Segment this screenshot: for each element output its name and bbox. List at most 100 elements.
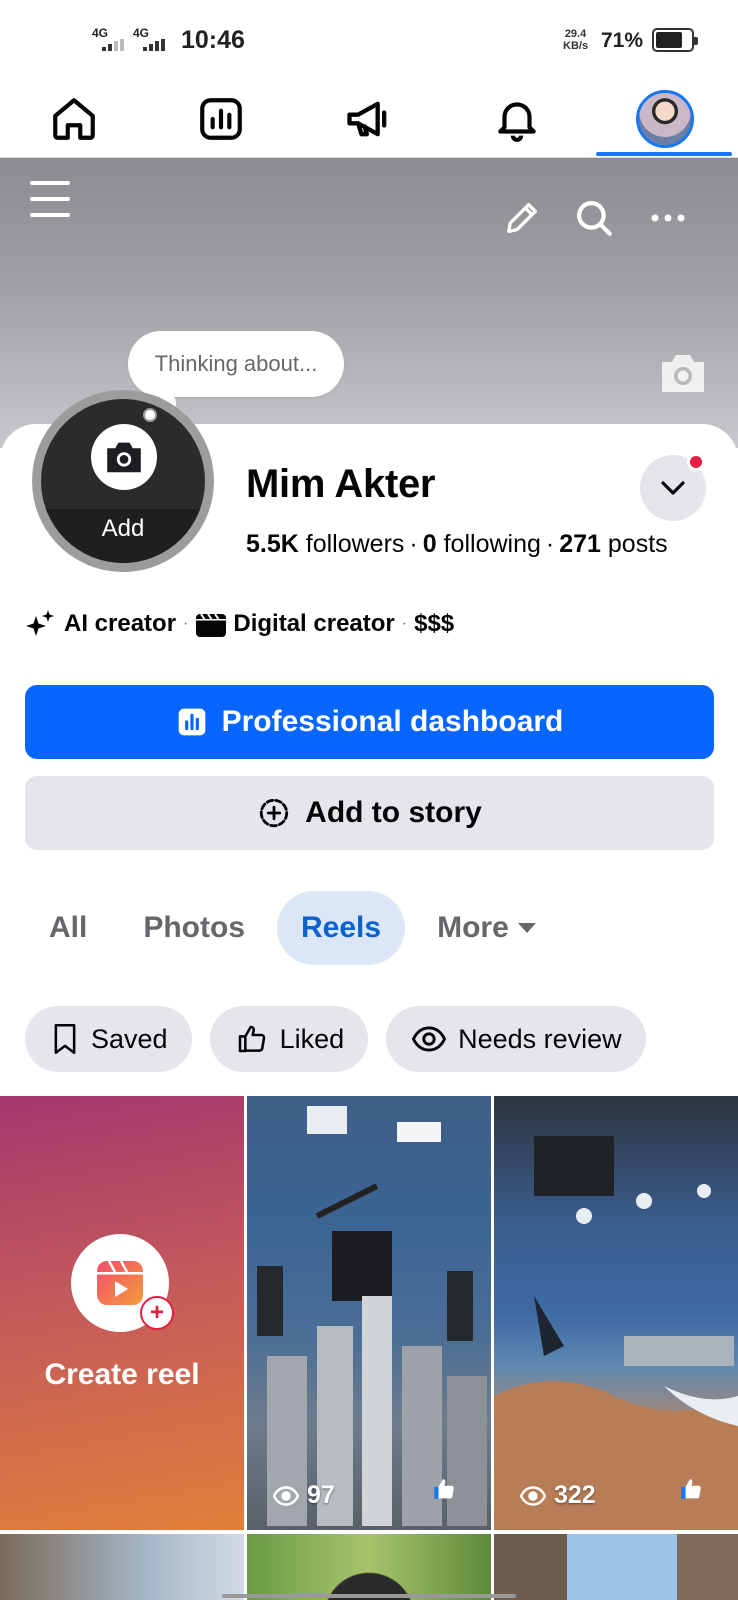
avatar-camera-button[interactable] [91,424,157,490]
filter-needs-review-label: Needs review [458,1023,622,1054]
tab-more[interactable]: More [413,891,561,965]
tag-separator: · [183,615,189,632]
battery-percent: 71% [601,29,644,52]
bookmark-icon [54,1024,76,1054]
dashboard-icon [178,708,205,736]
professional-dashboard-label: Professional dashboard [221,705,564,738]
home-icon [53,98,95,140]
more-options-button[interactable] [644,194,692,242]
professional-dashboard-button[interactable]: Professional dashboard [25,685,714,759]
create-reel-tile[interactable]: + Create reel [0,1096,244,1530]
content-tabs: All Photos Reels More [25,891,569,965]
reel-tile[interactable]: 322 [494,1096,738,1530]
top-navigation [0,80,738,158]
nav-profile[interactable] [617,80,713,158]
pencil-icon [507,203,537,233]
thought-bubble-dot [143,408,157,422]
nav-notifications[interactable] [469,80,565,158]
tab-reels-label: Reels [301,911,382,944]
network-speed: 29.4 KB/s [563,28,588,52]
posts-label: posts [607,530,668,558]
nav-active-indicator [596,152,732,156]
reel-tile[interactable] [494,1534,738,1600]
like-badge-icon [681,1479,701,1499]
profile-name: Mim Akter [246,462,436,506]
tab-more-label: More [437,911,509,944]
reel-tile[interactable] [0,1534,244,1600]
reels-icon [97,1260,143,1305]
camera-icon [662,355,704,392]
reel-thumbnail-city-set [257,1106,487,1526]
tag-separator: · [401,615,408,632]
thought-bubble[interactable]: Thinking about... [128,331,344,397]
reel-views: 97 [273,1481,335,1510]
ai-sparkle-icon [26,610,54,636]
hamburger-icon [30,181,70,217]
eye-icon [273,1485,299,1506]
tab-all[interactable]: All [25,891,111,965]
like-badge-icon [434,1479,454,1499]
thumbs-up-icon [238,1025,265,1053]
search-icon [577,201,612,236]
posts-count: 271 [559,530,601,558]
creator-tag-digital: Digital creator [233,610,395,637]
creator-tags: AI creator · Digital creator · $$$ [26,608,454,640]
menu-button[interactable] [24,176,76,222]
avatar-add-label: Add [101,515,145,542]
nav-dashboard[interactable] [173,80,269,158]
filter-saved-label: Saved [91,1023,168,1054]
eye-icon [412,1026,447,1052]
tab-photos-label: Photos [143,911,246,944]
followers-label[interactable]: followers [306,530,405,558]
network-type-2: 4G [133,26,150,40]
reel-views: 322 [520,1481,596,1510]
profile-avatar [636,90,694,148]
megaphone-icon [347,101,387,137]
creator-tag-price: $$$ [414,610,455,637]
reels-grid: + Create reel 97 322 [0,1096,738,1600]
following-label[interactable]: following [444,530,541,558]
camera-icon [107,442,141,473]
creator-tag-ai: AI creator [64,610,177,637]
signal-bars-2-icon [143,39,165,51]
battery-icon [652,28,698,52]
edit-button[interactable] [498,194,546,242]
network-speed-value: 29.4 [564,28,587,40]
profile-stats: 5.5K followers · 0 following · 271 posts [246,530,668,558]
status-time: 10:46 [181,26,245,54]
create-reel-label: Create reel [44,1358,200,1391]
filter-needs-review[interactable]: Needs review [386,1006,646,1072]
dashboard-icon [200,98,242,140]
nav-home[interactable] [26,80,122,158]
filter-liked[interactable]: Liked [209,1006,369,1072]
tab-all-label: All [49,911,88,944]
filter-liked-label: Liked [279,1023,345,1054]
status-bar: 4G 4G 10:46 29.4 KB/s 71% [0,0,738,80]
reel-thumbnail-studio-set [494,1136,738,1530]
signal-1: 4G [92,27,124,51]
add-to-story-button[interactable]: Add to story [25,776,714,850]
notification-dot [687,453,705,471]
add-story-icon [259,798,289,828]
followers-count[interactable]: 5.5K [246,530,299,558]
cover-camera-button[interactable] [656,350,710,396]
following-count[interactable]: 0 [423,530,437,558]
signal-2: 4G [133,27,165,51]
bell-icon [498,102,536,142]
profile-picture[interactable]: Add [32,390,214,572]
nav-ads[interactable] [321,80,417,158]
reel-tile[interactable] [247,1534,491,1600]
add-to-story-label: Add to story [305,796,482,829]
signal-bars-1-icon [102,39,124,51]
more-dots-icon [651,214,685,222]
network-speed-unit: KB/s [563,40,589,52]
tab-reels[interactable]: Reels [277,891,406,965]
reel-tile[interactable]: 97 [247,1096,491,1530]
home-indicator [222,1594,516,1598]
reel-filters: Saved Liked Needs review [25,1006,646,1072]
filter-saved[interactable]: Saved [25,1006,192,1072]
tab-photos[interactable]: Photos [119,891,269,965]
search-button[interactable] [570,194,618,242]
caret-down-icon [517,923,536,933]
clapperboard-icon [196,613,227,637]
